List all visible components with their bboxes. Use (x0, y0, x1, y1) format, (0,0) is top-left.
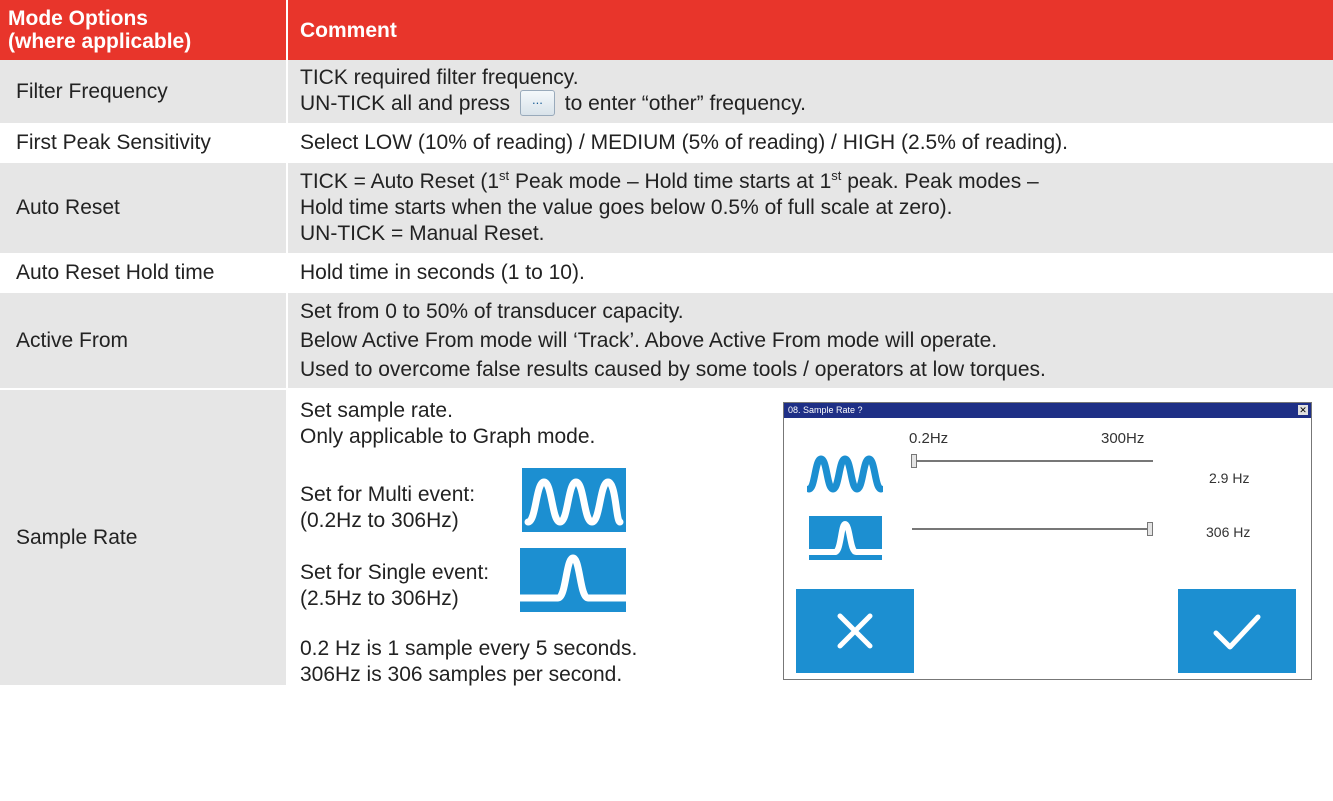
comment-line: (2.5Hz to 306Hz) (300, 587, 459, 610)
comment-line: TICK = Auto Reset (1st Peak mode – Hold … (300, 169, 1325, 195)
mode-label: Filter Frequency (0, 60, 287, 125)
header-where-applicable: (where applicable) (8, 30, 192, 53)
comment-line: UN-TICK all and press ... to enter “othe… (300, 89, 1325, 117)
header-row: Mode Options (where applicable) Comment (0, 0, 1333, 60)
comment-text: UN-TICK all and press (300, 92, 511, 116)
other-frequency-button[interactable]: ... (519, 89, 555, 116)
multi-event-value: 2.9 Hz (1209, 470, 1250, 486)
comment-text: to enter “other” frequency. (564, 92, 806, 116)
comment-line: Hold time starts when the value goes bel… (300, 196, 953, 219)
comment-cell: Set sample rate. Only applicable to Grap… (286, 389, 1333, 687)
multi-wave-icon (807, 451, 883, 495)
mode-label: Sample Rate (0, 389, 287, 687)
comment-line: Set for Multi event: (300, 483, 476, 506)
single-peak-icon (520, 548, 626, 612)
multi-event-slider-thumb[interactable] (911, 454, 917, 468)
comment-cell: TICK = Auto Reset (1st Peak mode – Hold … (286, 162, 1333, 255)
dialog-close-button[interactable]: ✕ (1298, 405, 1308, 415)
comment-line: Set sample rate. (300, 399, 453, 422)
single-event-slider-track[interactable] (912, 528, 1153, 530)
single-event-value: 306 Hz (1206, 524, 1251, 540)
superscript: st (831, 168, 842, 183)
comment-cell: TICK required filter frequency. UN-TICK … (286, 60, 1333, 125)
comment-text: Peak mode – Hold time starts at 1 (509, 170, 832, 193)
mode-label: Auto Reset (0, 162, 287, 255)
dialog-title: 08. Sample Rate ? (788, 405, 863, 415)
row-auto-reset-hold-time: Auto Reset Hold time Hold time in second… (0, 254, 1333, 293)
row-filter-frequency: Filter Frequency TICK required filter fr… (0, 60, 1333, 125)
row-sample-rate: Sample Rate Set sample rate. Only applic… (0, 389, 1333, 687)
single-peak-icon (809, 516, 882, 560)
comment-line: 306Hz is 306 samples per second. (300, 663, 623, 686)
comment-cell: Set from 0 to 50% of transducer capacity… (286, 292, 1333, 390)
header-mode-options: Mode Options (where applicable) (0, 0, 288, 60)
comment-line: (0.2Hz to 306Hz) (300, 509, 459, 532)
cancel-button[interactable] (796, 589, 914, 673)
header-mode-options-label: Mode Options (8, 7, 148, 30)
comment-line: 0.2 Hz is 1 sample every 5 seconds. (300, 637, 638, 660)
multi-event-slider-track[interactable] (912, 460, 1153, 462)
comment-text: TICK = Auto Reset (1 (300, 170, 500, 193)
comment-line: Set for Single event: (300, 561, 490, 584)
dialog-title-bar: 08. Sample Rate ? ✕ (784, 403, 1311, 418)
comment-text: peak. Peak modes – (841, 170, 1039, 193)
comment-line: Only applicable to Graph mode. (300, 425, 596, 448)
row-auto-reset: Auto Reset TICK = Auto Reset (1st Peak m… (0, 162, 1333, 255)
single-event-slider-thumb[interactable] (1147, 522, 1153, 536)
comment-line: Below Active From mode will ‘Track’. Abo… (300, 329, 998, 352)
confirm-button[interactable] (1178, 589, 1296, 673)
mode-label: Active From (0, 292, 287, 390)
comment-cell: Select LOW (10% of reading) / MEDIUM (5%… (286, 124, 1333, 163)
cross-icon (837, 613, 873, 649)
superscript: st (499, 168, 510, 183)
sample-rate-content: Set sample rate. Only applicable to Grap… (300, 390, 1325, 686)
header-comment: Comment (287, 0, 1333, 60)
slider-min-label: 0.2Hz (909, 430, 949, 447)
mode-label: Auto Reset Hold time (0, 254, 287, 293)
slider-max-label: 300Hz (1101, 430, 1145, 447)
comment-line: Set from 0 to 50% of transducer capacity… (300, 300, 684, 323)
sample-rate-dialog: 08. Sample Rate ? ✕ 0.2Hz 300Hz 2.9 Hz 3… (783, 402, 1312, 680)
comment-line: UN-TICK = Manual Reset. (300, 222, 545, 245)
row-active-from: Active From Set from 0 to 50% of transdu… (0, 292, 1333, 390)
mode-options-table: Mode Options (where applicable) Comment … (0, 0, 1333, 687)
multi-wave-icon (522, 468, 626, 532)
comment-line: TICK required filter frequency. (300, 66, 579, 90)
mode-label: First Peak Sensitivity (0, 124, 287, 163)
check-icon (1213, 614, 1261, 650)
comment-line: Used to overcome false results caused by… (300, 358, 1046, 381)
row-first-peak-sensitivity: First Peak Sensitivity Select LOW (10% o… (0, 124, 1333, 163)
comment-cell: Hold time in seconds (1 to 10). (286, 254, 1333, 293)
